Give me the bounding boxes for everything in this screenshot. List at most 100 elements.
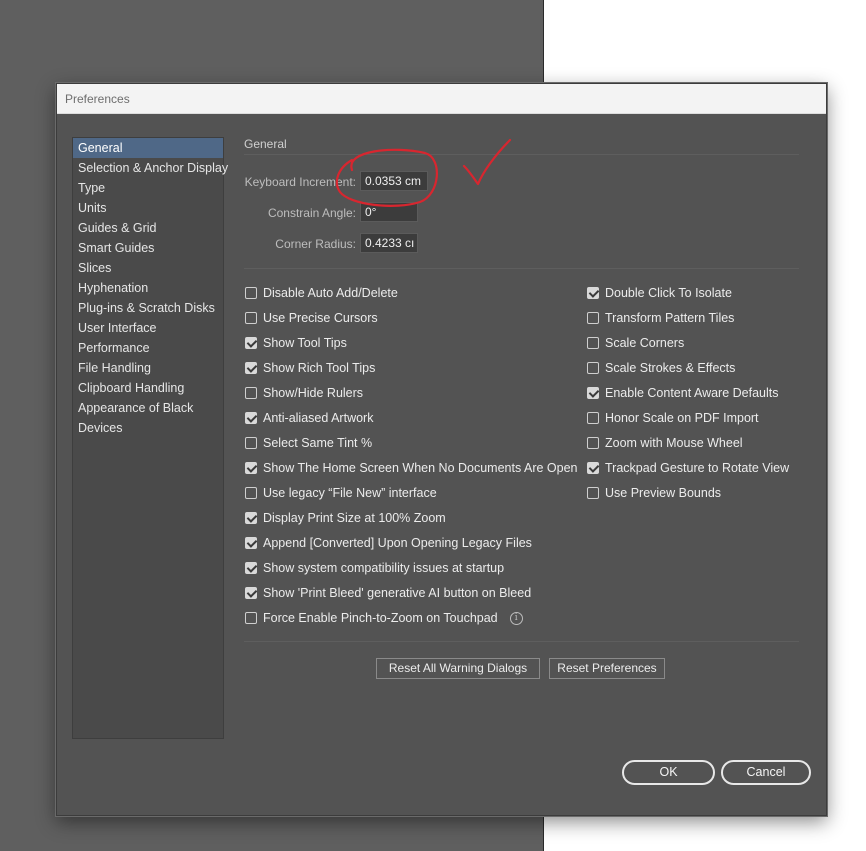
option-row[interactable]: Append [Converted] Upon Opening Legacy F…	[245, 534, 532, 552]
option-label: Show system compatibility issues at star…	[263, 561, 505, 575]
checkbox[interactable]	[587, 337, 599, 349]
option-row[interactable]: Show Rich Tool Tips	[245, 359, 375, 377]
option-label: Show Rich Tool Tips	[263, 361, 376, 375]
option-row[interactable]: Show The Home Screen When No Documents A…	[245, 459, 578, 477]
sidebar-item-guides-grid[interactable]: Guides & Grid	[73, 218, 223, 238]
option-row[interactable]: Use Preview Bounds	[587, 484, 721, 502]
option-label: Scale Corners	[605, 336, 685, 350]
sidebar-item-file-handling[interactable]: File Handling	[73, 358, 223, 378]
option-row[interactable]: Enable Content Aware Defaults	[587, 384, 779, 402]
checkbox[interactable]	[245, 387, 257, 399]
checkbox[interactable]	[587, 387, 599, 399]
option-label: Append [Converted] Upon Opening Legacy F…	[263, 536, 532, 550]
corner-radius-label: Corner Radius:	[275, 237, 356, 251]
option-row[interactable]: Scale Strokes & Effects	[587, 359, 735, 377]
option-label: Disable Auto Add/Delete	[263, 286, 398, 300]
option-row[interactable]: Show 'Print Bleed' generative AI button …	[245, 584, 531, 602]
option-row[interactable]: Display Print Size at 100% Zoom	[245, 509, 446, 527]
sidebar-item-appearance-of-black[interactable]: Appearance of Black	[73, 398, 223, 418]
option-row[interactable]: Scale Corners	[587, 334, 684, 352]
option-label: Force Enable Pinch-to-Zoom on Touchpad	[263, 611, 498, 625]
option-row[interactable]: Anti-aliased Artwork	[245, 409, 373, 427]
options-divider-bottom	[244, 641, 799, 642]
option-label: Enable Content Aware Defaults	[605, 386, 779, 400]
option-row[interactable]: Use legacy “File New” interface	[245, 484, 437, 502]
checkbox[interactable]	[245, 337, 257, 349]
ok-button[interactable]: OK	[622, 760, 715, 785]
checkbox[interactable]	[245, 487, 257, 499]
option-label: Honor Scale on PDF Import	[605, 411, 759, 425]
sidebar-item-slices[interactable]: Slices	[73, 258, 223, 278]
sidebar-item-user-interface[interactable]: User Interface	[73, 318, 223, 338]
checkbox[interactable]	[245, 462, 257, 474]
checkbox[interactable]	[587, 412, 599, 424]
checkbox[interactable]	[245, 412, 257, 424]
sidebar-item-plug-ins-scratch-disks[interactable]: Plug-ins & Scratch Disks	[73, 298, 223, 318]
option-row[interactable]: Honor Scale on PDF Import	[587, 409, 759, 427]
section-divider	[244, 154, 799, 155]
checkbox[interactable]	[245, 512, 257, 524]
checkbox[interactable]	[245, 562, 257, 574]
checkbox[interactable]	[245, 312, 257, 324]
checkbox[interactable]	[245, 437, 257, 449]
sidebar-item-type[interactable]: Type	[73, 178, 223, 198]
cancel-button[interactable]: Cancel	[721, 760, 811, 785]
option-row[interactable]: Use Precise Cursors	[245, 309, 378, 327]
option-row[interactable]: Zoom with Mouse Wheel	[587, 434, 743, 452]
checkbox[interactable]	[245, 612, 257, 624]
option-label: Show The Home Screen When No Documents A…	[263, 461, 578, 475]
option-row[interactable]: Transform Pattern Tiles	[587, 309, 734, 327]
option-label: Show/Hide Rulers	[263, 386, 364, 400]
corner-radius-input[interactable]: 0.4233 cı	[360, 233, 418, 253]
checkbox[interactable]	[245, 287, 257, 299]
info-icon[interactable]: i	[509, 611, 523, 625]
constrain-angle-input[interactable]: 0°	[360, 202, 418, 222]
section-title: General	[244, 137, 287, 151]
option-row[interactable]: Disable Auto Add/Delete	[245, 284, 398, 302]
dialog-title: Preferences	[57, 84, 826, 114]
checkbox[interactable]	[245, 537, 257, 549]
option-label: Use legacy “File New” interface	[263, 486, 437, 500]
option-label: Use Precise Cursors	[263, 311, 378, 325]
option-row[interactable]: Show Tool Tips	[245, 334, 347, 352]
keyboard-increment-input[interactable]: 0.0353 cm	[360, 171, 428, 191]
sidebar-item-general[interactable]: General	[73, 138, 223, 158]
checkbox[interactable]	[245, 362, 257, 374]
sidebar-item-units[interactable]: Units	[73, 198, 223, 218]
checkbox[interactable]	[587, 312, 599, 324]
option-label: Transform Pattern Tiles	[605, 311, 735, 325]
option-label: Select Same Tint %	[263, 436, 373, 450]
option-row[interactable]: Double Click To Isolate	[587, 284, 732, 302]
sidebar-item-hyphenation[interactable]: Hyphenation	[73, 278, 223, 298]
sidebar-item-smart-guides[interactable]: Smart Guides	[73, 238, 223, 258]
preferences-sidebar: General Selection & Anchor Display Type Uni…	[72, 137, 228, 739]
option-label: Anti-aliased Artwork	[263, 411, 374, 425]
checkbox[interactable]	[587, 287, 599, 299]
sidebar-item-selection-anchor-display[interactable]: Selection & Anchor Display	[73, 158, 228, 178]
checkbox[interactable]	[587, 462, 599, 474]
sidebar-item-devices[interactable]: Devices	[73, 418, 223, 438]
option-label: Scale Strokes & Effects	[605, 361, 736, 375]
option-row[interactable]: Force Enable Pinch-to-Zoom on Touchpad i	[245, 609, 523, 627]
sidebar-item-clipboard-handling[interactable]: Clipboard Handling	[73, 378, 223, 398]
checkbox[interactable]	[587, 487, 599, 499]
option-label: Use Preview Bounds	[605, 486, 722, 500]
reset-preferences-button[interactable]: Reset Preferences	[549, 658, 665, 679]
option-row[interactable]: Select Same Tint %	[245, 434, 372, 452]
option-row[interactable]: Show/Hide Rulers	[245, 384, 363, 402]
option-label: Show Tool Tips	[263, 336, 347, 350]
option-label: Display Print Size at 100% Zoom	[263, 511, 446, 525]
keyboard-increment-label: Keyboard Increment:	[244, 175, 356, 189]
constrain-angle-label: Constrain Angle:	[267, 206, 356, 220]
checkbox[interactable]	[245, 587, 257, 599]
sidebar-item-performance[interactable]: Performance	[73, 338, 223, 358]
option-label: Show 'Print Bleed' generative AI button …	[263, 586, 532, 600]
checkbox[interactable]	[587, 362, 599, 374]
checkbox[interactable]	[587, 437, 599, 449]
reset-warning-dialogs-button[interactable]: Reset All Warning Dialogs	[376, 658, 540, 679]
option-row[interactable]: Show system compatibility issues at star…	[245, 559, 504, 577]
preferences-dialog: Preferences General Selection & Anchor Di…	[56, 83, 827, 816]
options-divider-top	[244, 268, 799, 269]
option-label: Zoom with Mouse Wheel	[605, 436, 743, 450]
option-row[interactable]: Trackpad Gesture to Rotate View	[587, 459, 789, 477]
